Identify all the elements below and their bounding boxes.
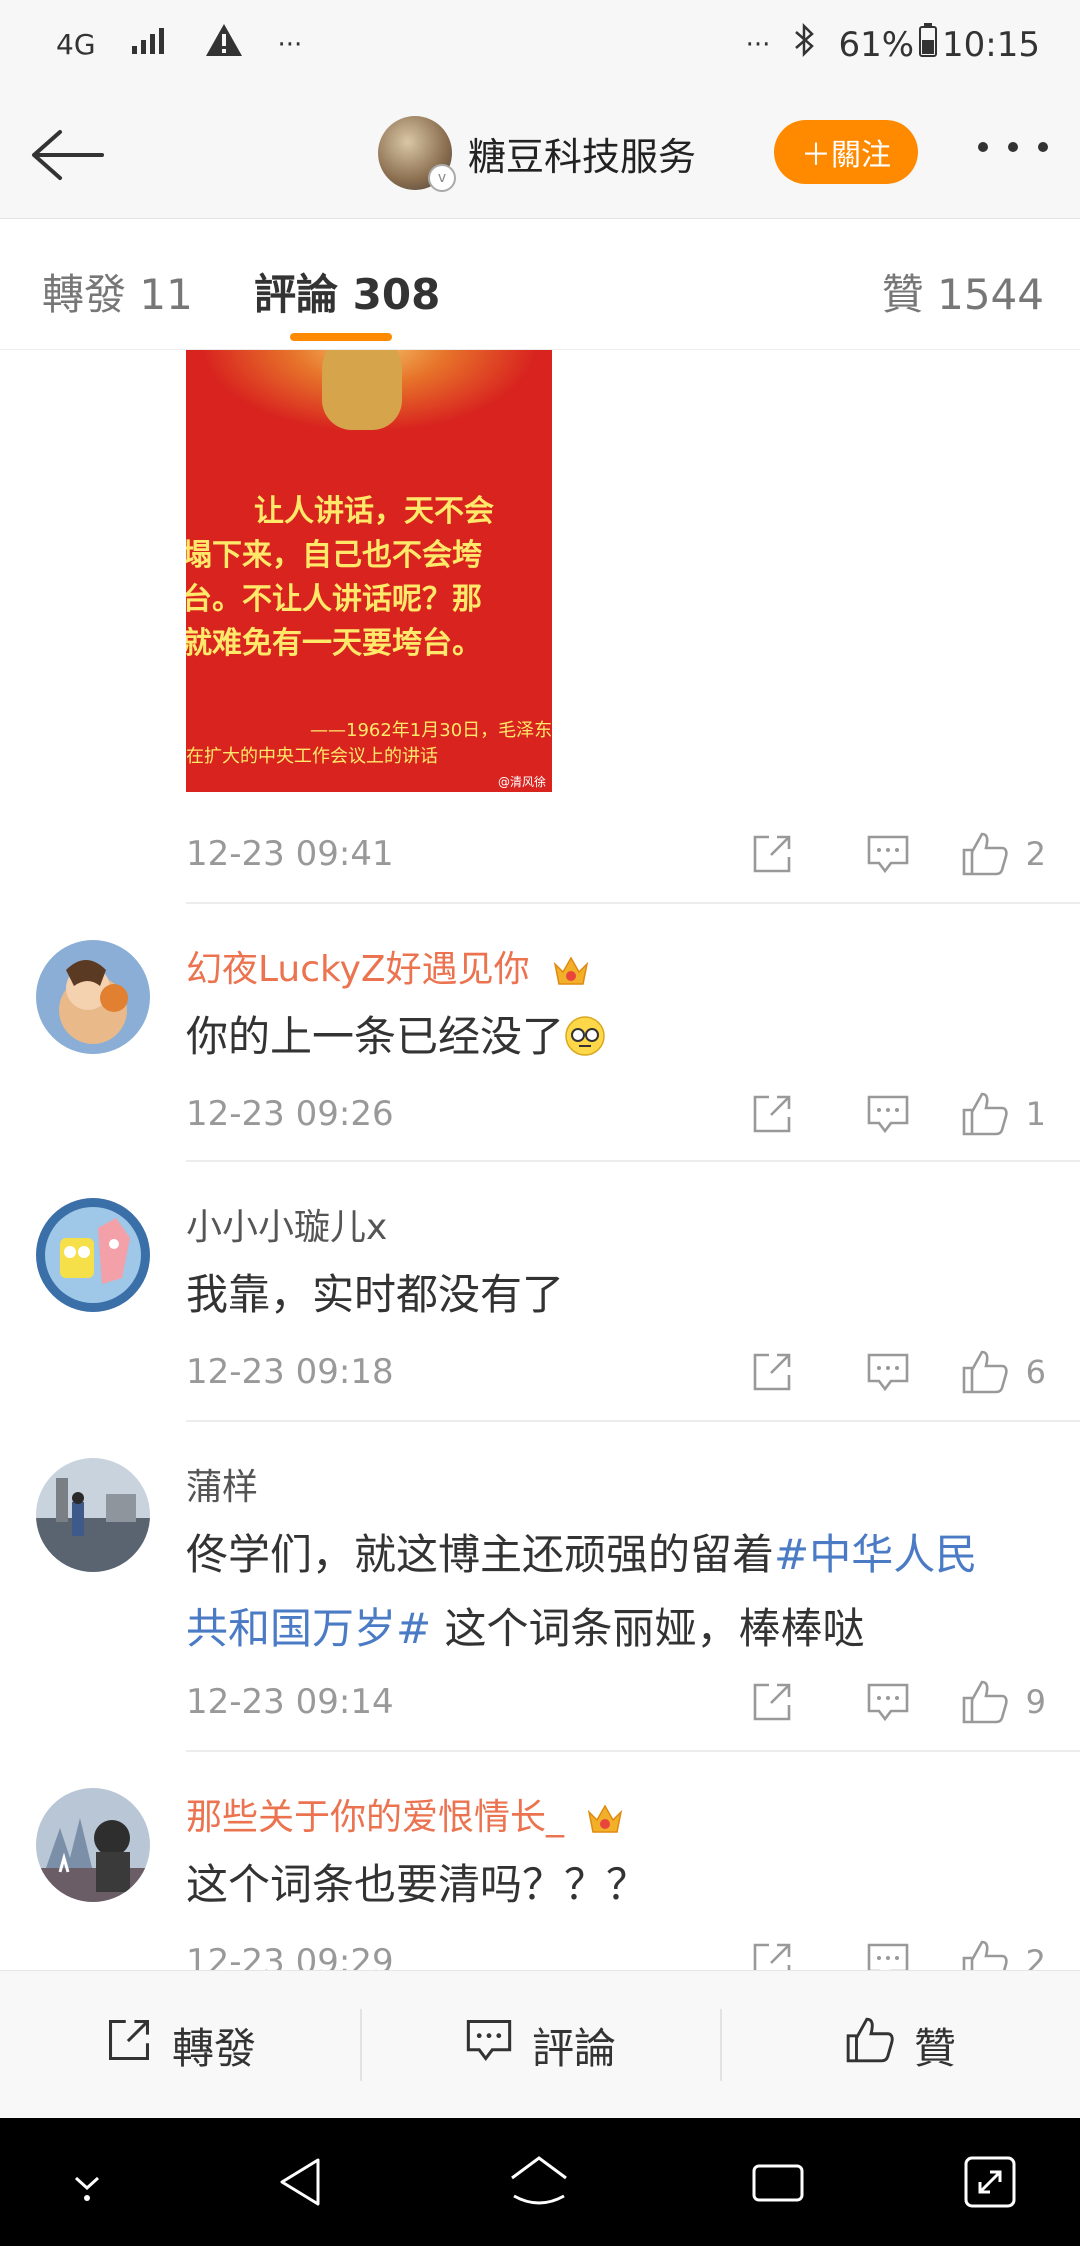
comment-username[interactable]: 那些关于你的爱恨情长_	[186, 1788, 625, 1840]
comment-username[interactable]: 小小小璇儿x	[186, 1198, 387, 1250]
comment-text: 我靠，实时都没有了	[186, 1270, 565, 1319]
signal-icon	[130, 25, 170, 65]
poster-quote: 让人讲话，天不会 塌下来，自己也不会垮 台。不让人讲话呢？那 就难免有一天要垮台…	[186, 494, 494, 661]
comment-time: 12-23 09:18	[186, 1352, 394, 1392]
comment-text: 佟学们，就这博主还顽强的留着#中华人民 共和国万岁# 这个词条丽娅，棒棒哒	[186, 1530, 978, 1653]
reply-icon[interactable]	[830, 1679, 946, 1725]
repost-icon	[104, 2015, 154, 2075]
comment-text: 这个词条也要清吗？？？	[186, 1860, 649, 1909]
author-avatar[interactable]: v	[378, 116, 456, 192]
share-icon[interactable]	[714, 831, 830, 877]
comment-time: 12-23 09:41	[186, 834, 394, 874]
like-button[interactable]: 2	[946, 1938, 1046, 1970]
topic-link[interactable]: #中华人民	[774, 1530, 977, 1579]
nav-back-icon[interactable]	[272, 2152, 332, 2216]
like-button[interactable]: 6	[946, 1348, 1046, 1396]
repost-button[interactable]: 轉發	[0, 1971, 360, 2119]
tab-reposts[interactable]: 轉發 11	[42, 261, 193, 322]
reply-icon[interactable]	[830, 1349, 946, 1395]
avatar[interactable]	[36, 940, 150, 1054]
comment-actions: 2	[714, 1938, 1046, 1970]
emoji-icon	[564, 1012, 606, 1061]
bottom-action-bar: 轉發 評論 贊	[0, 1970, 1080, 2119]
reply-icon[interactable]	[830, 831, 946, 877]
vip-crown-icon	[585, 1802, 625, 1836]
comment-list[interactable]: 让人讲话，天不会 塌下来，自己也不会垮 台。不让人讲话呢？那 就难免有一天要垮台…	[0, 350, 1080, 1970]
share-icon[interactable]	[714, 1091, 830, 1137]
share-icon[interactable]	[714, 1679, 830, 1725]
comment-time: 12-23 09:14	[186, 1682, 394, 1722]
comment-actions: 6	[714, 1348, 1046, 1396]
like-button[interactable]: 9	[946, 1678, 1046, 1726]
comment-actions: 1	[714, 1090, 1046, 1138]
comment-time: 12-23 09:29	[186, 1942, 394, 1970]
avatar[interactable]	[36, 1198, 150, 1312]
comment-text: 你的上一条已经没了	[186, 1000, 1046, 1074]
comment-username[interactable]: 幻夜LuckyZ好遇见你	[186, 940, 591, 992]
thumbs-up-icon	[844, 2015, 896, 2075]
author-name[interactable]: 糖豆科技服务	[468, 126, 696, 181]
tab-comments[interactable]: 評論 308	[254, 261, 440, 322]
avatar[interactable]	[36, 1458, 150, 1572]
avatar[interactable]	[36, 1788, 150, 1902]
reply-icon[interactable]	[830, 1939, 946, 1970]
comment-actions: 9	[714, 1678, 1046, 1726]
comment-actions: 2	[714, 830, 1046, 878]
comment-username[interactable]: 蒲样	[186, 1458, 258, 1510]
battery-percent: 61%	[838, 24, 915, 65]
status-bar: 4G ··· ··· 61% 10:15	[0, 0, 1080, 92]
comment-icon	[464, 2015, 514, 2075]
comment-time: 12-23 09:26	[186, 1094, 394, 1134]
image-watermark: @清风徐	[497, 775, 546, 789]
back-button[interactable]	[28, 120, 108, 190]
warning-icon	[204, 22, 244, 67]
reply-icon[interactable]	[830, 1091, 946, 1137]
share-icon[interactable]	[714, 1939, 830, 1970]
system-nav-bar	[0, 2118, 1080, 2246]
battery-icon	[918, 22, 938, 67]
tab-likes[interactable]: 贊 1544	[882, 261, 1044, 322]
poster-signature: ——1962年1月30日，毛泽东 在扩大的中央工作会议上的讲话	[186, 720, 552, 767]
network-indicator: 4G	[56, 28, 96, 61]
like-button[interactable]: 1	[946, 1090, 1046, 1138]
like-post-button[interactable]: 贊	[720, 1971, 1080, 2119]
top-bar: v 糖豆科技服务 ＋關注	[0, 92, 1080, 219]
clock: 10:15	[942, 24, 1040, 65]
portrait-badge	[322, 350, 402, 430]
active-tab-indicator	[290, 333, 392, 341]
comment-image[interactable]: 让人讲话，天不会 塌下来，自己也不会垮 台。不让人讲话呢？那 就难免有一天要垮台…	[186, 350, 552, 792]
share-icon[interactable]	[714, 1349, 830, 1395]
bluetooth-icon	[792, 22, 816, 67]
hide-keyboard-icon[interactable]	[62, 2152, 112, 2216]
status-more: ···	[745, 29, 771, 60]
like-button[interactable]: 2	[946, 830, 1046, 878]
comment-button[interactable]: 評論	[360, 1971, 720, 2119]
more-notifications: ···	[277, 29, 303, 60]
topic-link[interactable]: 共和国万岁#	[186, 1604, 431, 1653]
more-options-icon[interactable]	[978, 136, 1048, 156]
tab-bar: 轉發 11 評論 308 贊 1544	[0, 219, 1080, 350]
follow-button[interactable]: ＋關注	[774, 120, 918, 184]
nav-home-icon[interactable]	[506, 2152, 572, 2216]
nav-expand-icon[interactable]	[960, 2152, 1020, 2216]
vip-crown-icon	[551, 954, 591, 988]
verified-icon: v	[428, 164, 456, 192]
nav-recents-icon[interactable]	[748, 2152, 808, 2216]
